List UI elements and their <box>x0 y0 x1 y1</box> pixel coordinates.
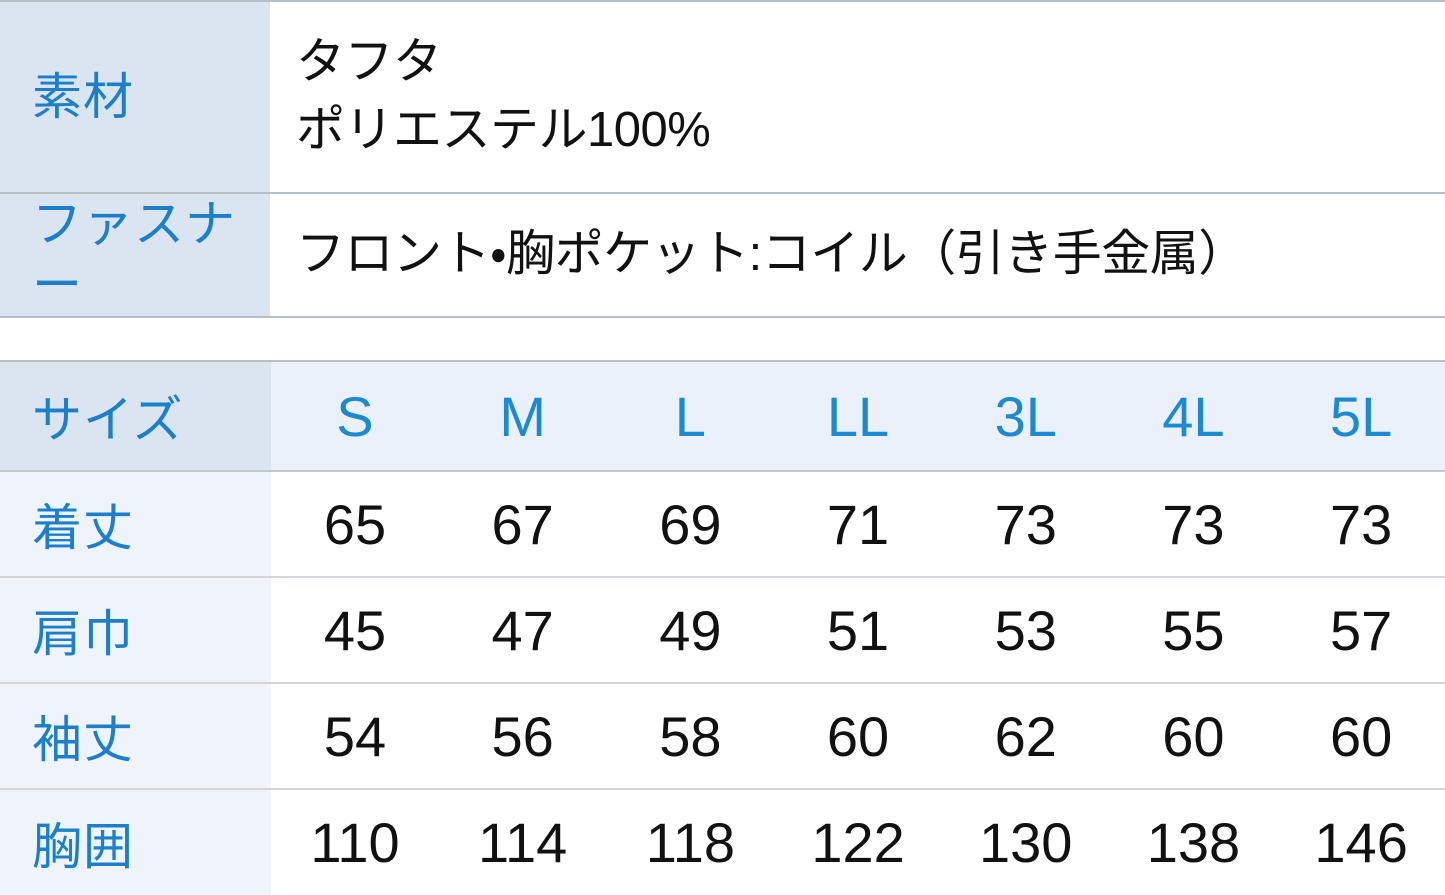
size-header-row: サイズ S M L LL 3L 4L 5L <box>0 361 1445 472</box>
measure-value: 57 <box>1277 577 1445 684</box>
measure-label-sleeve-length: 袖丈 <box>0 683 272 790</box>
measure-label-chest: 胸囲 <box>0 789 272 895</box>
product-spec-sheet: 素材 タフタ ポリエステル100% ファスナー フロント・胸ポケット:コイル（引… <box>0 0 1445 895</box>
measure-value: 47 <box>438 577 607 684</box>
table-row: 袖丈 54 56 58 60 62 60 60 <box>0 683 1445 790</box>
measure-value: 118 <box>606 789 775 895</box>
measure-value: 138 <box>1109 789 1278 895</box>
size-chart-table: サイズ S M L LL 3L 4L 5L 着丈 65 67 69 71 73 … <box>0 360 1445 895</box>
measure-value: 62 <box>941 683 1110 790</box>
measure-value: 58 <box>606 683 775 790</box>
measure-value: 73 <box>1109 471 1278 578</box>
material-spec-table: 素材 タフタ ポリエステル100% ファスナー フロント・胸ポケット:コイル（引… <box>0 0 1445 318</box>
size-column-header-3l: 3L <box>941 361 1110 472</box>
size-column-header-ll: LL <box>774 361 942 472</box>
size-column-header-l: L <box>606 361 775 472</box>
measure-value: 60 <box>1109 683 1278 790</box>
measure-label-body-length: 着丈 <box>0 471 272 578</box>
table-row: 着丈 65 67 69 71 73 73 73 <box>0 471 1445 578</box>
size-column-header-5l: 5L <box>1277 361 1445 472</box>
table-row: 胸囲 110 114 118 122 130 138 146 <box>0 789 1445 895</box>
measure-value: 55 <box>1109 577 1278 684</box>
material-label: 素材 <box>0 1 270 194</box>
size-header-label: サイズ <box>0 361 272 472</box>
measure-value: 114 <box>438 789 607 895</box>
measure-value: 45 <box>271 577 439 684</box>
measure-value: 53 <box>941 577 1110 684</box>
measure-value: 69 <box>606 471 775 578</box>
measure-value: 122 <box>774 789 942 895</box>
measure-value: 71 <box>774 471 942 578</box>
measure-value: 60 <box>774 683 942 790</box>
measure-label-shoulder-width: 肩巾 <box>0 577 272 684</box>
measure-value: 67 <box>438 471 607 578</box>
measure-value: 130 <box>941 789 1110 895</box>
measure-value: 54 <box>271 683 439 790</box>
table-separator-gap <box>0 318 1445 360</box>
measure-value: 51 <box>774 577 942 684</box>
fastener-value: フロント・胸ポケット:コイル（引き手金属） <box>270 193 1445 318</box>
measure-value: 73 <box>941 471 1110 578</box>
measure-value: 73 <box>1277 471 1445 578</box>
table-row: ファスナー フロント・胸ポケット:コイル（引き手金属） <box>0 193 1445 318</box>
table-row: 素材 タフタ ポリエステル100% <box>0 1 1445 194</box>
measure-value: 146 <box>1277 789 1445 895</box>
measure-value: 60 <box>1277 683 1445 790</box>
measure-value: 110 <box>271 789 439 895</box>
material-value: タフタ ポリエステル100% <box>270 1 1445 194</box>
fastener-label: ファスナー <box>0 193 270 318</box>
table-row: 肩巾 45 47 49 51 53 55 57 <box>0 577 1445 684</box>
measure-value: 49 <box>606 577 775 684</box>
measure-value: 56 <box>438 683 607 790</box>
size-column-header-s: S <box>271 361 439 472</box>
size-column-header-m: M <box>438 361 607 472</box>
size-column-header-4l: 4L <box>1109 361 1278 472</box>
measure-value: 65 <box>271 471 439 578</box>
